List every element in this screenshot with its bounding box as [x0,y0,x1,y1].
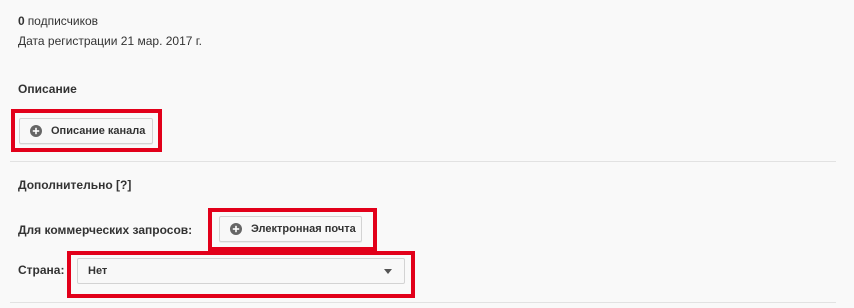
country-select[interactable]: Нет [77,258,405,284]
subscriber-count-label: подписчиков [27,14,99,28]
add-channel-description-label: Описание канала [51,125,146,137]
country-label: Страна: [18,263,65,277]
add-channel-description-button[interactable]: Описание канала [19,118,153,144]
additional-heading: Дополнительно [?] [18,178,131,192]
additional-heading-text: Дополнительно [18,178,113,192]
plus-circle-icon [30,125,42,137]
subscriber-count: 0 подписчиков [18,14,98,28]
section-divider [10,161,836,162]
add-email-label: Электронная почта [251,223,356,235]
chevron-down-icon [384,268,392,274]
bottom-divider [10,302,836,303]
description-heading: Описание [18,82,77,96]
registration-date: Дата регистрации 21 мар. 2017 г. [18,34,203,48]
plus-circle-icon [230,223,242,235]
subscriber-count-value: 0 [18,14,25,28]
help-link[interactable]: [?] [116,178,131,192]
add-email-button[interactable]: Электронная почта [219,216,362,242]
business-inquiries-label: Для коммерческих запросов: [18,223,193,237]
country-select-value: Нет [88,265,108,277]
channel-about-page: 0 подписчиков Дата регистрации 21 мар. 20… [0,0,854,308]
